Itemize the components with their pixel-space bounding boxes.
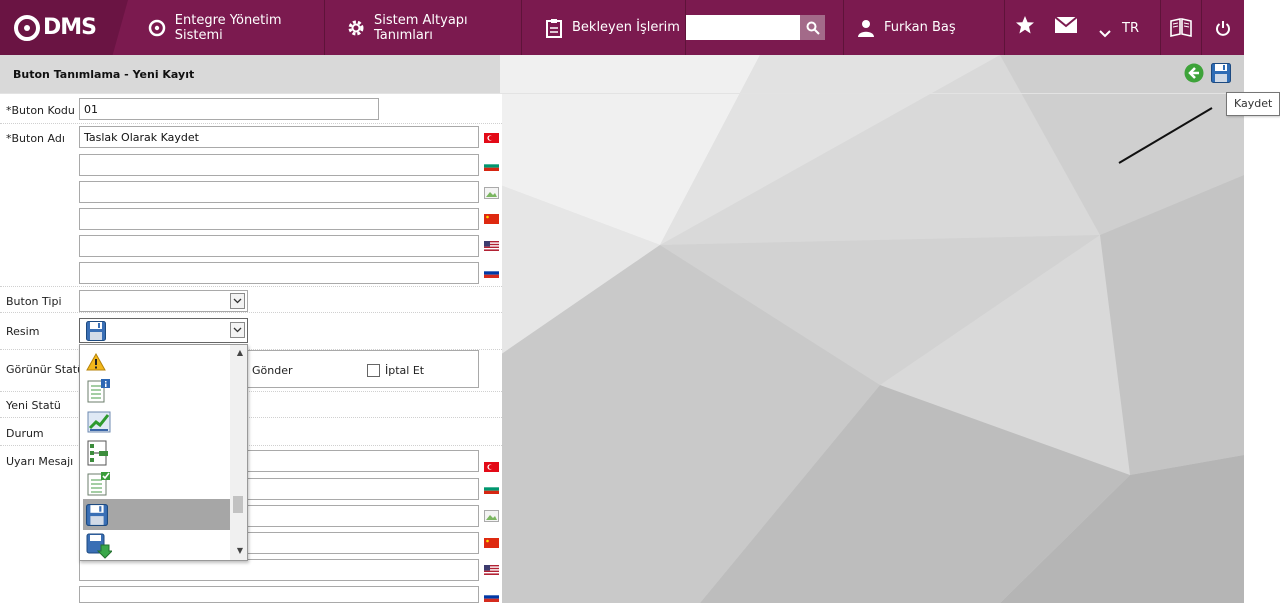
nav-sistem-altyapi[interactable]: Sistem Altyapı Tanımları	[325, 0, 522, 55]
resim-select[interactable]	[79, 318, 248, 343]
dropdown-option[interactable]	[83, 437, 230, 468]
search-icon	[806, 21, 820, 35]
nav-entegre-yonetim[interactable]: Entegre Yönetim Sistemi	[128, 0, 325, 55]
durum-label: Durum	[6, 427, 44, 440]
buton-adi-input-3[interactable]	[79, 181, 479, 203]
q-logo-icon	[14, 14, 40, 41]
document-info-icon	[87, 378, 110, 402]
row-divider	[0, 286, 502, 287]
flag-bg-icon	[484, 161, 499, 171]
gonder-label[interactable]: Gönder	[252, 364, 293, 377]
star-icon[interactable]	[1015, 15, 1035, 40]
mail-icon[interactable]	[1054, 16, 1078, 38]
scroll-down-arrow-icon[interactable]: ▼	[237, 546, 243, 555]
search-button[interactable]	[800, 15, 825, 40]
resim-label: Resim	[6, 325, 40, 338]
back-button[interactable]	[1184, 63, 1204, 86]
chevron-down-icon[interactable]	[230, 293, 245, 309]
row-divider	[0, 445, 502, 446]
flag-ru-icon	[484, 268, 499, 278]
row-divider	[0, 417, 502, 418]
chevron-down-icon[interactable]	[230, 322, 245, 338]
q-logo-icon	[148, 18, 167, 38]
manual-button[interactable]	[1160, 0, 1202, 55]
document-check-icon	[87, 471, 110, 495]
flag-ru-icon	[484, 592, 499, 602]
floppy-disk-icon	[86, 321, 106, 341]
clipboard-icon	[544, 18, 564, 38]
iptal-et-checkbox[interactable]	[367, 364, 380, 377]
dropdown-option[interactable]	[83, 530, 230, 560]
uyari-mesaji-input-ru[interactable]	[79, 586, 479, 603]
flag-cn-icon	[484, 214, 499, 224]
flag-us-icon	[484, 241, 499, 251]
chevron-down-icon[interactable]	[1099, 22, 1111, 43]
flag-broken-icon	[484, 187, 499, 199]
buton-adi-input-cn[interactable]	[79, 208, 479, 230]
dropdown-option-selected[interactable]	[83, 499, 230, 530]
save-tooltip: Kaydet	[1226, 92, 1280, 116]
resim-dropdown-list: ▲ ▼	[79, 344, 248, 561]
nav-label: Entegre Yönetim Sistemi	[174, 12, 282, 43]
logo-text: DMS	[43, 15, 97, 40]
page-title: Buton Tanımlama - Yeni Kayıt	[13, 68, 195, 81]
user-menu[interactable]: Furkan Baş	[843, 0, 1005, 55]
back-arrow-icon	[1184, 63, 1204, 83]
flag-bg-icon	[484, 484, 499, 494]
search-input[interactable]	[686, 15, 800, 40]
buton-adi-input-ru[interactable]	[79, 262, 479, 284]
top-navigation-bar: DMS Entegre Yönetim Sistemi Sistem Altya…	[0, 0, 1244, 55]
flag-broken-icon	[484, 510, 499, 522]
right-gutter	[1244, 0, 1280, 603]
dropdown-option[interactable]	[83, 346, 230, 377]
dropdown-option[interactable]	[83, 468, 230, 499]
dropdown-option[interactable]	[83, 375, 230, 406]
yeni-statu-label: Yeni Statü	[6, 399, 61, 412]
save-icon	[1211, 63, 1231, 83]
gear-icon	[346, 18, 366, 38]
uyari-mesaji-input-us[interactable]	[79, 559, 479, 581]
gorunur-statu-label: Görünür Statü	[6, 363, 85, 376]
iptal-et-label[interactable]: İptal Et	[385, 364, 424, 377]
flag-cn-icon	[484, 538, 499, 548]
dms-logo[interactable]: DMS	[0, 0, 128, 55]
chart-up-icon	[87, 411, 111, 432]
buton-tipi-label: Buton Tipi	[6, 295, 62, 308]
user-icon	[856, 18, 876, 38]
scrollbar-thumb[interactable]	[233, 496, 243, 513]
buton-adi-input-us[interactable]	[79, 235, 479, 257]
logout-button[interactable]	[1202, 0, 1244, 55]
dropdown-scrollbar[interactable]: ▲ ▼	[230, 345, 247, 560]
save-button[interactable]	[1211, 63, 1231, 86]
buton-kodu-input[interactable]: 01	[79, 98, 379, 120]
search-box	[686, 15, 825, 40]
row-divider	[0, 391, 502, 392]
scroll-up-arrow-icon[interactable]: ▲	[237, 348, 243, 357]
buton-kodu-label: *Buton Kodu	[6, 104, 75, 117]
row-divider	[0, 123, 502, 124]
uyari-mesaji-label: Uyarı Mesajı	[6, 455, 74, 468]
buton-tipi-select[interactable]	[79, 290, 248, 312]
power-icon	[1216, 20, 1230, 36]
warning-icon	[86, 352, 106, 370]
workflow-icon	[87, 440, 108, 465]
nav-label: Bekleyen İşlerim	[572, 20, 680, 35]
floppy-download-icon	[86, 533, 112, 559]
manual-book-icon	[1170, 17, 1192, 37]
buton-adi-label: *Buton Adı	[6, 132, 65, 145]
flag-tr-icon	[484, 133, 499, 143]
buton-adi-input-bg[interactable]	[79, 154, 479, 176]
floppy-disk-icon	[86, 503, 108, 526]
flag-tr-icon	[484, 462, 499, 472]
user-name: Furkan Baş	[884, 20, 956, 35]
buton-adi-input-tr[interactable]: Taslak Olarak Kaydet	[79, 126, 479, 148]
flag-us-icon	[484, 565, 499, 575]
language-label[interactable]: TR	[1122, 21, 1139, 36]
nav-bekleyen-islerim[interactable]: Bekleyen İşlerim	[522, 0, 686, 55]
nav-label: Sistem Altyapı Tanımları	[374, 12, 468, 43]
dropdown-option[interactable]	[83, 406, 230, 437]
row-divider	[0, 312, 502, 313]
